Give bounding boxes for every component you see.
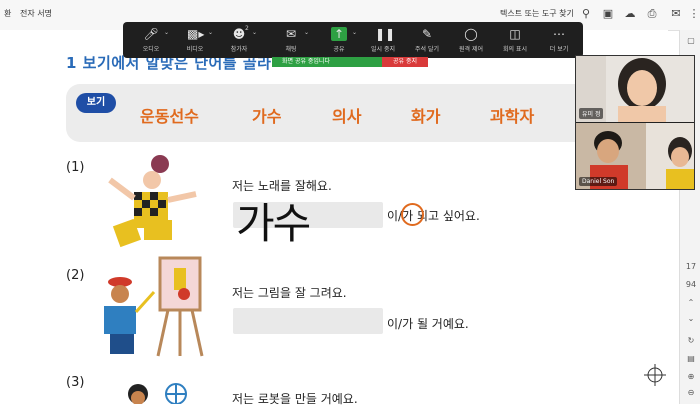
question-sentence: 저는 그림을 잘 그려요. [232,286,347,300]
menu-item-e-signature[interactable]: 전자 서명 [20,8,52,19]
more-icon: ⋯ [553,27,565,41]
annotation-circle [401,203,424,226]
singer-illustration [108,155,197,248]
sharing-notice: 화면 공유 중입니다 [272,57,382,67]
participants-count: 2 [245,25,249,32]
question-suffix: 이/가 될 거예요. [387,317,469,331]
microphone-icon: 🎤︎ [143,27,159,41]
meeting-display-label: 회의 표시 [503,46,527,53]
tool-icon[interactable]: ▢ [684,36,698,45]
question-sentence: 저는 로봇을 만들 거예요. [232,392,358,406]
video-button[interactable]: ▩▸ ⌄ 비디오 [173,22,217,58]
word-bank-word: 가수 [252,107,282,126]
chevron-down-icon[interactable]: ⌄ [352,29,357,36]
handwritten-answer: 가수 [236,199,311,248]
scroll-down-icon[interactable]: ⌄ [684,314,698,323]
word-bank-word: 운동선수 [140,107,199,126]
question-number: (3) [66,375,85,390]
word-bank-badge: 보기 [76,93,116,113]
upload-cloud-icon[interactable]: ☁ [622,6,638,22]
annotate-label: 주석 달기 [415,46,439,53]
meeting-display-icon: ◫ [509,27,521,41]
chat-button[interactable]: ✉ ⌄ 채팅 [269,22,313,58]
mail-icon[interactable]: ✉ [668,6,684,22]
remote-control-label: 원격 제어 [459,46,483,53]
video-tile[interactable]: Daniel Son [576,123,694,189]
annotate-pencil-icon: ✎ [421,27,433,41]
audio-label: 오디오 [142,46,160,53]
question-number: (1) [66,160,85,175]
zoom-in-icon[interactable]: ⊕ [684,372,698,381]
painter-illustration [104,256,204,357]
word-bank-word: 화가 [411,107,441,126]
chevron-down-icon[interactable]: ⌄ [164,29,169,36]
remote-control-button[interactable]: ◯ 원격 제어 [449,22,493,58]
video-panel: 유미 정 Daniel Son [575,55,695,190]
menu-item-left[interactable]: 환 [4,8,11,19]
more-options-icon[interactable]: ⋮ [686,6,700,22]
pause-button[interactable]: ❚❚ 일시 중지 [361,22,405,58]
video-camera-icon: ▩▸ [187,27,205,41]
chat-label: 채팅 [285,46,297,53]
scroll-up-icon[interactable]: ⌃ [684,298,698,307]
word-bank-word: 과학자 [490,107,535,126]
save-icon[interactable]: ▣ [600,6,616,22]
answer-blank[interactable] [233,308,383,334]
page-number-total: 94 [685,280,697,289]
tool-search-field[interactable]: 텍스트 또는 도구 찾기 [500,8,574,19]
participants-label: 참가자 [230,46,248,53]
participant-name: 유미 정 [579,108,604,119]
share-button[interactable]: ↑ ⌄ 공유 [317,22,361,58]
page-number-current[interactable]: 17 [684,262,698,271]
share-screen-icon: ↑ [331,27,347,41]
more-label: 더 보기 [549,46,569,53]
annotate-button[interactable]: ✎ 주석 달기 [405,22,449,58]
more-button[interactable]: ⋯ 더 보기 [537,22,581,58]
video-tile[interactable]: 유미 정 [576,56,694,122]
remote-control-mouse-icon: ◯ [464,27,478,41]
zoom-out-icon[interactable]: ⊖ [684,388,698,397]
participants-button[interactable]: ☻ 2 ⌄ 참가자 [217,22,261,58]
document-icon[interactable]: ▤ [684,354,698,363]
share-label: 공유 [333,46,345,53]
rotate-icon[interactable]: ↻ [684,336,698,345]
search-icon[interactable]: ⚲ [578,6,594,22]
stop-share-button[interactable]: 공유 중지 [382,57,428,67]
print-icon[interactable]: ⎙ [644,6,660,22]
audio-button[interactable]: 🎤︎ ⌄ 오디오 [129,22,173,58]
pause-label: 일시 중지 [371,46,395,53]
scientist-illustration [128,383,187,404]
crosshair-cursor-icon [644,364,666,386]
participant-name: Daniel Son [579,177,618,186]
chevron-down-icon[interactable]: ⌄ [208,29,213,36]
meeting-display-button[interactable]: ◫ 회의 표시 [493,22,537,58]
pause-icon: ❚❚ [375,27,396,41]
meeting-toolbar: 🎤︎ ⌄ 오디오 ▩▸ ⌄ 비디오 ☻ 2 ⌄ 참가자 ✉ ⌄ 채팅 ↑ ⌄ 공… [123,22,583,58]
word-bank-word: 의사 [332,107,362,126]
chevron-down-icon[interactable]: ⌄ [304,29,309,36]
video-label: 비디오 [186,46,204,53]
chevron-down-icon[interactable]: ⌄ [252,29,257,36]
question-number: (2) [66,268,85,283]
chat-icon: ✉ [285,27,297,41]
